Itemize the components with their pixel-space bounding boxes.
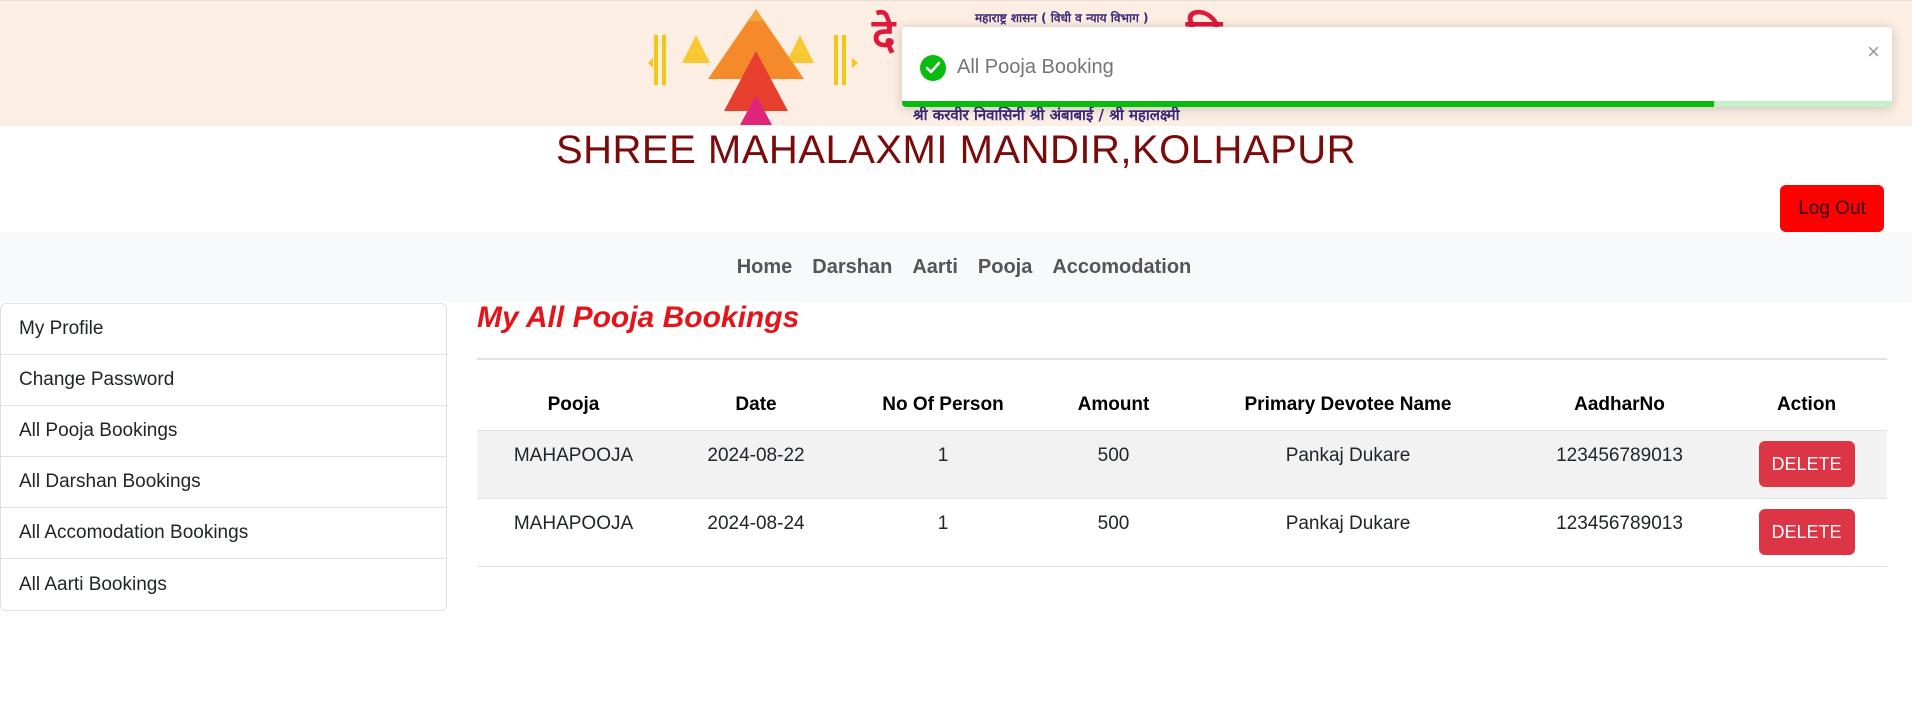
- cell-persons: 1: [842, 498, 1044, 567]
- nav-aarti[interactable]: Aarti: [912, 256, 958, 279]
- main-navbar: Home Darshan Aarti Pooja Accomodation: [0, 232, 1912, 302]
- check-circle-icon: [920, 55, 946, 81]
- page-title: My All Pooja Bookings: [477, 301, 800, 334]
- cell-aadhar: 123456789013: [1513, 498, 1726, 567]
- cell-pooja: MAHAPOOJA: [477, 430, 670, 499]
- column-header-no-of-person: No Of Person: [842, 380, 1044, 431]
- table-header-row: Pooja Date No Of Person Amount Primary D…: [477, 380, 1887, 431]
- cell-date: 2024-08-24: [670, 498, 842, 567]
- delete-button[interactable]: DELETE: [1758, 508, 1855, 555]
- divider: [477, 358, 1887, 360]
- column-header-date: Date: [670, 380, 842, 431]
- sidebar-item-aarti-bookings[interactable]: All Aarti Bookings: [1, 559, 446, 610]
- nav-home[interactable]: Home: [737, 256, 793, 279]
- account-sidebar: My Profile Change Password All Pooja Boo…: [0, 303, 447, 611]
- logout-button[interactable]: Log Out: [1780, 185, 1884, 232]
- sidebar-item-change-password[interactable]: Change Password: [1, 355, 446, 406]
- site-title: SHREE MAHALAXMI MANDIR,KOLHAPUR: [555, 128, 1357, 172]
- close-icon[interactable]: ×: [1867, 41, 1880, 63]
- toast-progress-bar: [902, 101, 1714, 107]
- delete-button[interactable]: DELETE: [1758, 440, 1855, 487]
- bookings-table: Pooja Date No Of Person Amount Primary D…: [477, 380, 1887, 567]
- column-header-aadhar: AadharNo: [1513, 380, 1726, 431]
- nav-accomodation[interactable]: Accomodation: [1052, 256, 1191, 279]
- column-header-amount: Amount: [1044, 380, 1183, 431]
- cell-devotee-name: Pankaj Dukare: [1183, 430, 1513, 499]
- cell-persons: 1: [842, 430, 1044, 499]
- cell-devotee-name: Pankaj Dukare: [1183, 498, 1513, 567]
- sidebar-item-my-profile[interactable]: My Profile: [1, 304, 446, 355]
- table-row: MAHAPOOJA 2024-08-22 1 500 Pankaj Dukare…: [477, 430, 1887, 499]
- cell-action: DELETE: [1726, 498, 1887, 567]
- banner-government-line: महाराष्ट्र शासन ( विधी व न्याय विभाग ): [975, 11, 1149, 25]
- column-header-devotee-name: Primary Devotee Name: [1183, 380, 1513, 431]
- nav-darshan[interactable]: Darshan: [812, 256, 892, 279]
- banner-devanagari-text: दे: [872, 10, 896, 61]
- banner-subtitle-line: श्री करवीर निवासिनी श्री अंबाबाई / श्री …: [913, 106, 1180, 124]
- sidebar-item-accomodation-bookings[interactable]: All Accomodation Bookings: [1, 508, 446, 559]
- cell-amount: 500: [1044, 498, 1183, 567]
- temple-lamp-logo: [648, 9, 858, 125]
- cell-amount: 500: [1044, 430, 1183, 499]
- toast-progress-track: [902, 101, 1892, 107]
- cell-pooja: MAHAPOOJA: [477, 498, 670, 567]
- toast-notification: All Pooja Booking ×: [902, 27, 1892, 107]
- cell-action: DELETE: [1726, 430, 1887, 499]
- column-header-action: Action: [1726, 380, 1887, 431]
- column-header-pooja: Pooja: [477, 380, 670, 431]
- nav-pooja[interactable]: Pooja: [978, 256, 1032, 279]
- table-row: MAHAPOOJA 2024-08-24 1 500 Pankaj Dukare…: [477, 498, 1887, 567]
- toast-message: All Pooja Booking: [957, 56, 1114, 78]
- sidebar-item-darshan-bookings[interactable]: All Darshan Bookings: [1, 457, 446, 508]
- sidebar-item-pooja-bookings[interactable]: All Pooja Bookings: [1, 406, 446, 457]
- cell-date: 2024-08-22: [670, 430, 842, 499]
- cell-aadhar: 123456789013: [1513, 430, 1726, 499]
